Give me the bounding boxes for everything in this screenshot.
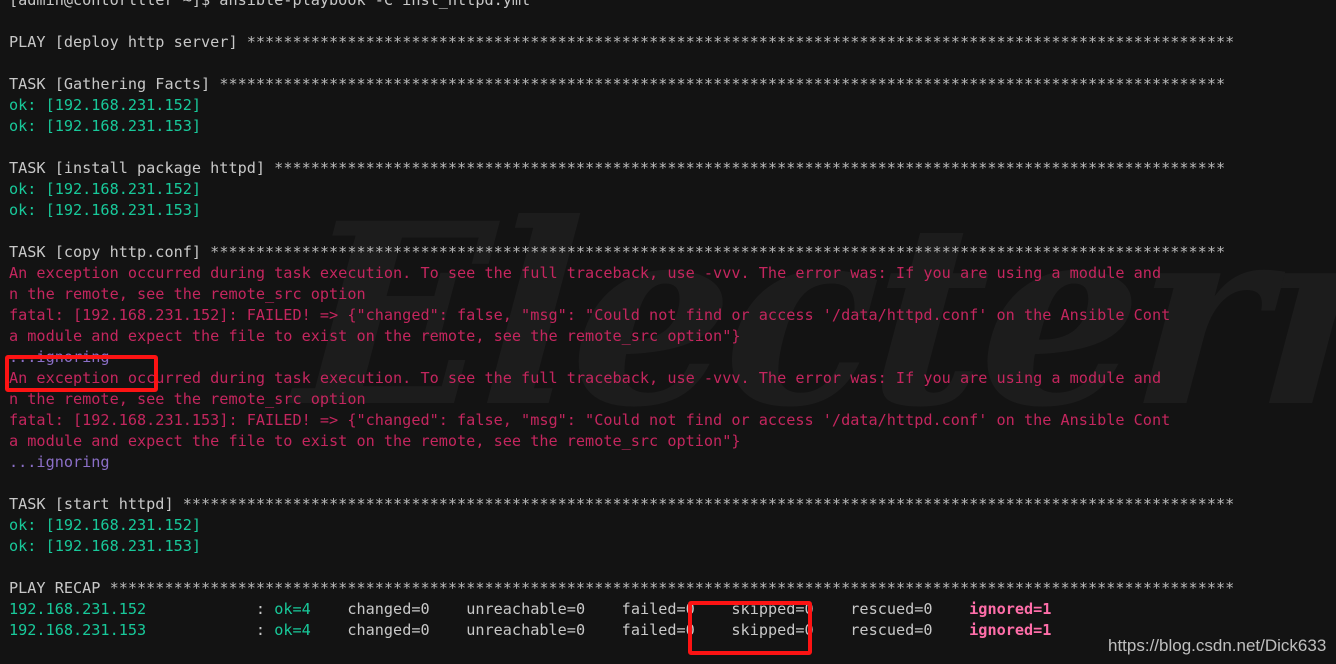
ignoring-line: ...ignoring: [0, 452, 1336, 473]
task-header-stars: ****************************************…: [182, 495, 1235, 513]
play-header-stars: ****************************************…: [246, 33, 1235, 51]
task-header-label: TASK [copy http.conf]: [9, 243, 211, 261]
task-result-line: ok: [192.168.231.152]: [0, 179, 1336, 200]
error-text: a module and expect the file to exist on…: [9, 432, 741, 450]
recap-failed: failed=0: [621, 621, 695, 639]
recap-host: 192.168.231.152: [9, 600, 147, 618]
recap-host: 192.168.231.153: [9, 621, 147, 639]
recap-separator: :: [255, 600, 275, 618]
error-text: fatal: [192.168.231.153]: FAILED! => {"c…: [9, 411, 1171, 429]
error-fatal-wrap-line: a module and expect the file to exist on…: [0, 326, 1336, 347]
recap-pad: [585, 621, 622, 639]
recap-pad: [311, 621, 348, 639]
task-header-start-httpd: TASK [start httpd] *********************…: [0, 494, 1336, 515]
task-result-line: ok: [192.168.231.152]: [0, 515, 1336, 536]
ok-result: ok: [192.168.231.152]: [9, 180, 202, 198]
ignoring-line: ...ignoring: [0, 347, 1336, 368]
error-text: fatal: [192.168.231.152]: FAILED! => {"c…: [9, 306, 1171, 324]
recap-pad: [814, 621, 851, 639]
task-result-line: ok: [192.168.231.153]: [0, 200, 1336, 221]
play-recap-label: PLAY RECAP: [9, 579, 110, 597]
csdn-url-watermark: https://blog.csdn.net/Dick633: [1108, 636, 1327, 655]
task-result-line: ok: [192.168.231.152]: [0, 95, 1336, 116]
ok-result: ok: [192.168.231.152]: [9, 516, 202, 534]
recap-pad: [585, 600, 622, 618]
task-header-label: TASK [Gathering Facts]: [9, 75, 220, 93]
task-result-line: ok: [192.168.231.153]: [0, 536, 1336, 557]
play-recap-header-line: PLAY RECAP *****************************…: [0, 578, 1336, 599]
recap-skipped: skipped=0: [731, 600, 814, 618]
ok-result: ok: [192.168.231.152]: [9, 96, 202, 114]
task-header-copy-http-conf: TASK [copy http.conf] ******************…: [0, 242, 1336, 263]
recap-pad: [933, 621, 970, 639]
recap-unreachable: unreachable=0: [466, 621, 586, 639]
prompt-text: [admin@contorlller ~]$ ansible-playbook …: [9, 0, 531, 9]
task-result-line: ok: [192.168.231.153]: [0, 116, 1336, 137]
ignoring-text: ...ignoring: [9, 348, 110, 366]
terminal-output[interactable]: [admin@contorlller ~]$ ansible-playbook …: [0, 0, 1336, 641]
recap-failed: failed=0: [621, 600, 695, 618]
recap-pad: [933, 600, 970, 618]
recap-pad: [146, 621, 256, 639]
recap-pad: [814, 600, 851, 618]
ok-result: ok: [192.168.231.153]: [9, 117, 202, 135]
recap-pad: [146, 600, 256, 618]
recap-pad: [695, 621, 732, 639]
ok-result: ok: [192.168.231.153]: [9, 201, 202, 219]
play-header-line: PLAY [deploy http server] **************…: [0, 32, 1336, 53]
recap-pad: [430, 600, 467, 618]
error-exception-line: An exception occurred during task execut…: [0, 263, 1336, 284]
recap-ok: ok=4: [274, 600, 311, 618]
error-exception-line: An exception occurred during task execut…: [0, 368, 1336, 389]
prompt-line: [admin@contorlller ~]$ ansible-playbook …: [0, 0, 1336, 11]
recap-changed: changed=0: [347, 600, 430, 618]
error-text: a module and expect the file to exist on…: [9, 327, 741, 345]
recap-rescued: rescued=0: [850, 621, 933, 639]
error-text: An exception occurred during task execut…: [9, 264, 1162, 282]
ignoring-text: ...ignoring: [9, 453, 110, 471]
error-wrap-line: n the remote, see the remote_src option: [0, 284, 1336, 305]
error-fatal-line: fatal: [192.168.231.152]: FAILED! => {"c…: [0, 305, 1336, 326]
recap-pad: [695, 600, 732, 618]
task-header-stars: ****************************************…: [210, 243, 1226, 261]
recap-ok: ok=4: [274, 621, 311, 639]
error-text: An exception occurred during task execut…: [9, 369, 1162, 387]
recap-ignored: ignored=1: [969, 600, 1052, 618]
error-text: n the remote, see the remote_src option: [9, 390, 366, 408]
recap-rescued: rescued=0: [850, 600, 933, 618]
error-fatal-wrap-line: a module and expect the file to exist on…: [0, 431, 1336, 452]
recap-unreachable: unreachable=0: [466, 600, 586, 618]
task-header-stars: ****************************************…: [274, 159, 1226, 177]
error-fatal-line: fatal: [192.168.231.153]: FAILED! => {"c…: [0, 410, 1336, 431]
task-header-label: TASK [install package httpd]: [9, 159, 275, 177]
play-header-label: PLAY [deploy http server]: [9, 33, 247, 51]
task-header-stars: ****************************************…: [219, 75, 1226, 93]
recap-skipped: skipped=0: [731, 621, 814, 639]
recap-ignored: ignored=1: [969, 621, 1052, 639]
recap-changed: changed=0: [347, 621, 430, 639]
task-header-gathering-facts: TASK [Gathering Facts] *****************…: [0, 74, 1336, 95]
error-text: n the remote, see the remote_src option: [9, 285, 366, 303]
terminal-window[interactable]: Electerm . . . . [admin@contorlller ~]$ …: [0, 0, 1336, 664]
task-header-label: TASK [start httpd]: [9, 495, 183, 513]
task-header-install-package-httpd: TASK [install package httpd] ***********…: [0, 158, 1336, 179]
play-recap-stars: ****************************************…: [109, 579, 1235, 597]
recap-separator: :: [255, 621, 275, 639]
error-wrap-line: n the remote, see the remote_src option: [0, 389, 1336, 410]
recap-pad: [311, 600, 348, 618]
ok-result: ok: [192.168.231.153]: [9, 537, 202, 555]
recap-row: 192.168.231.152 : ok=4 changed=0 unreach…: [0, 599, 1336, 620]
recap-pad: [430, 621, 467, 639]
